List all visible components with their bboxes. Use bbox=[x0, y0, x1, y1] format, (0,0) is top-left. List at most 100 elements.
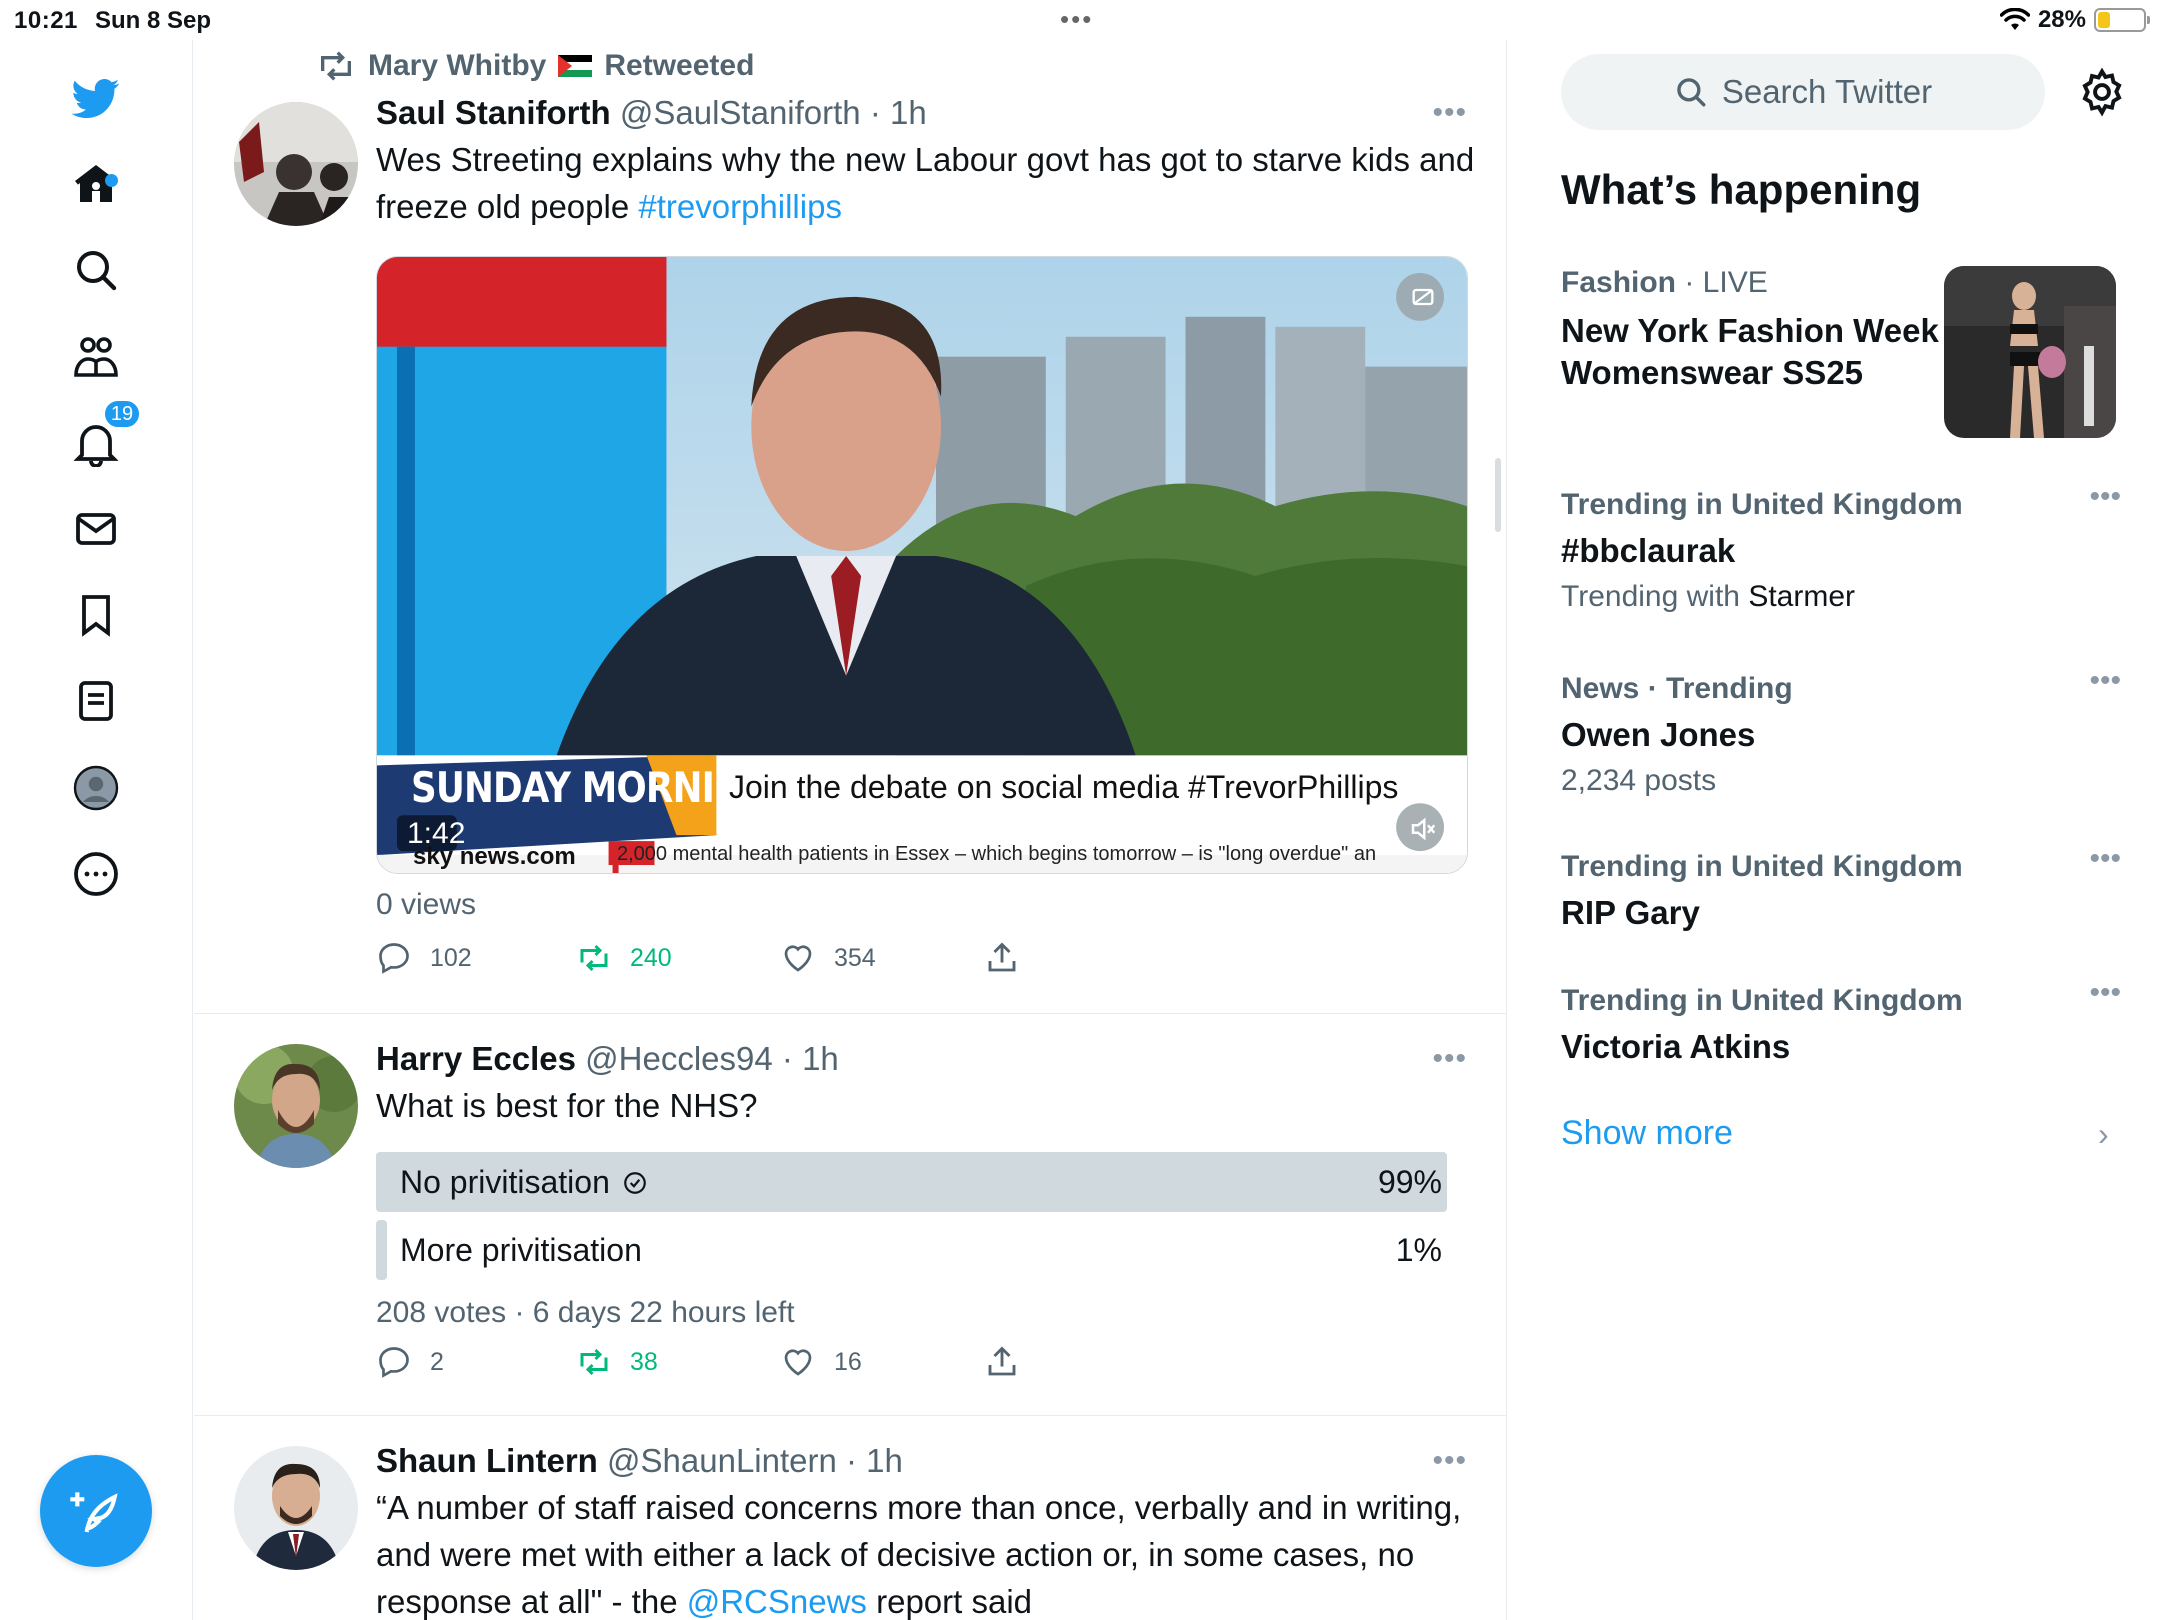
share-icon bbox=[988, 1346, 1016, 1376]
communities-icon[interactable] bbox=[66, 327, 126, 387]
home-icon[interactable] bbox=[66, 154, 126, 214]
share-button[interactable] bbox=[984, 940, 1020, 976]
author-handle[interactable]: @Heccles94 bbox=[585, 1040, 773, 1077]
like-count: 354 bbox=[834, 943, 876, 972]
trend-category: Trending in United Kingdom bbox=[1561, 488, 1963, 521]
mute-icon[interactable] bbox=[1408, 814, 1438, 844]
bookmarks-icon[interactable] bbox=[66, 585, 126, 645]
trend-title: New York Fashion Week Womenswear SS25 bbox=[1561, 312, 1939, 391]
retweet-button[interactable]: 240 bbox=[576, 940, 780, 976]
status-date: Sun 8 Sep bbox=[95, 7, 212, 34]
trend-title: #bbclaurak bbox=[1561, 532, 1736, 569]
sensitive-toggle-icon[interactable] bbox=[1409, 283, 1437, 311]
trend-more-button[interactable]: ••• bbox=[2089, 480, 2121, 514]
tweet-time[interactable]: · 1h bbox=[870, 94, 927, 131]
trend-more-button[interactable]: ••• bbox=[2089, 664, 2121, 698]
tweet[interactable]: Shaun Lintern @ShaunLintern · 1h “A numb… bbox=[194, 1416, 1506, 1620]
retweet-indicator: Mary Whitby Retweeted bbox=[316, 46, 754, 86]
battery-percent: 28% bbox=[2037, 6, 2086, 33]
messages-icon[interactable] bbox=[66, 499, 126, 559]
poll-time-left: · 6 days 22 hours left bbox=[514, 1296, 795, 1329]
avatar[interactable] bbox=[234, 1044, 358, 1168]
trend-item[interactable]: Fashion · LIVE New York Fashion Week Wom… bbox=[1561, 266, 1941, 394]
settings-gear-icon[interactable] bbox=[2076, 66, 2128, 118]
avatar[interactable] bbox=[234, 102, 358, 226]
trend-sub-value[interactable]: Starmer bbox=[1748, 580, 1855, 613]
compose-tweet-button[interactable] bbox=[40, 1455, 152, 1567]
tweet-text: What is best for the NHS? bbox=[376, 1087, 758, 1124]
trend-item[interactable]: Trending in United Kingdom ••• Victoria … bbox=[1561, 976, 2121, 1068]
battery-icon bbox=[2094, 8, 2150, 32]
tweet-time[interactable]: · 1h bbox=[846, 1442, 903, 1479]
tweet-video[interactable]: SUNDAY MORNING Join the debate on social… bbox=[376, 256, 1468, 874]
timeline: Mary Whitby Retweeted Saul Staniforth @S… bbox=[194, 40, 1507, 1620]
twitter-logo-icon[interactable] bbox=[66, 68, 126, 128]
author-name[interactable]: Saul Staniforth bbox=[376, 94, 611, 131]
retweet-button[interactable]: 38 bbox=[576, 1344, 780, 1380]
share-icon bbox=[988, 942, 1016, 972]
tweet-body-end: report said bbox=[866, 1583, 1033, 1620]
retweet-count: 38 bbox=[630, 1347, 658, 1376]
author-handle[interactable]: @ShaunLintern bbox=[607, 1442, 837, 1479]
author-name[interactable]: Harry Eccles bbox=[376, 1040, 576, 1077]
reply-button[interactable]: 2 bbox=[376, 1344, 576, 1380]
poll-option: No privitisation 99% bbox=[376, 1152, 1458, 1212]
column-divider-handle[interactable] bbox=[1495, 458, 1501, 532]
trend-item[interactable]: Trending in United Kingdom ••• #bbclaura… bbox=[1561, 480, 2121, 614]
poll-option-bar bbox=[376, 1220, 387, 1280]
tweet-time[interactable]: · 1h bbox=[782, 1040, 839, 1077]
wifi-icon bbox=[1999, 8, 2030, 30]
chevron-right-icon[interactable]: › bbox=[2098, 1116, 2109, 1153]
like-button[interactable]: 354 bbox=[780, 940, 984, 976]
trend-category: Trending in United Kingdom bbox=[1561, 850, 1963, 883]
author-handle[interactable]: @SaulStaniforth bbox=[620, 94, 861, 131]
mention-link[interactable]: @RCSnews bbox=[687, 1583, 867, 1620]
tweet-text: Wes Streeting explains why the new Labou… bbox=[376, 136, 1476, 230]
trend-image[interactable] bbox=[1944, 266, 2116, 438]
trend-more-button[interactable]: ••• bbox=[2089, 976, 2121, 1010]
trend-sub-prefix: Trending with bbox=[1561, 580, 1749, 613]
video-caption: Join the debate on social media #TrevorP… bbox=[729, 769, 1399, 805]
sky-news-brand: sky news bbox=[413, 843, 520, 870]
reply-button[interactable]: 102 bbox=[376, 940, 576, 976]
hashtag-link[interactable]: #trevorphillips bbox=[638, 188, 842, 225]
tweet-actions: 102 240 354 bbox=[376, 940, 1020, 976]
multitasking-dots-icon[interactable]: ••• bbox=[1060, 4, 1093, 35]
search-icon[interactable] bbox=[66, 240, 126, 300]
tweet-more-button[interactable]: ••• bbox=[1432, 1042, 1467, 1076]
lists-icon[interactable] bbox=[66, 671, 126, 731]
more-icon[interactable] bbox=[66, 844, 126, 904]
poll-option-text: No privitisation bbox=[400, 1164, 610, 1200]
check-circle-icon bbox=[624, 1171, 646, 1194]
retweeted-by-name[interactable]: Mary Whitby bbox=[368, 49, 546, 83]
tweet-header: Harry Eccles @Heccles94 · 1h bbox=[376, 1040, 1476, 1078]
search-icon bbox=[1677, 78, 1706, 107]
like-count: 16 bbox=[834, 1347, 862, 1376]
trend-item[interactable]: News · Trending ••• Owen Jones 2,234 pos… bbox=[1561, 664, 2121, 798]
trend-category: News · Trending bbox=[1561, 672, 1793, 705]
retweet-icon bbox=[321, 51, 351, 81]
trend-more-button[interactable]: ••• bbox=[2089, 842, 2121, 876]
video-ticker: 2,000 mental health patients in Essex – … bbox=[617, 843, 1377, 865]
retweet-icon bbox=[580, 944, 608, 972]
tweet-body: Wes Streeting explains why the new Labou… bbox=[376, 141, 1475, 225]
sky-news-suffix: .com bbox=[519, 843, 576, 870]
avatar[interactable] bbox=[234, 1446, 358, 1570]
author-name[interactable]: Shaun Lintern bbox=[376, 1442, 598, 1479]
trend-category-text: Fashion bbox=[1561, 266, 1677, 299]
tweet[interactable]: Harry Eccles @Heccles94 · 1h What is bes… bbox=[194, 1014, 1506, 1416]
like-button[interactable]: 16 bbox=[780, 1344, 984, 1380]
retweet-icon bbox=[580, 1348, 608, 1376]
tweet[interactable]: Mary Whitby Retweeted Saul Staniforth @S… bbox=[194, 40, 1506, 1014]
tweet-more-button[interactable]: ••• bbox=[1432, 1444, 1467, 1478]
search-box[interactable]: Search Twitter bbox=[1561, 54, 2045, 130]
poll-option-label: More privitisation bbox=[400, 1232, 642, 1269]
share-button[interactable] bbox=[984, 1344, 1020, 1380]
tweet-more-button[interactable]: ••• bbox=[1432, 96, 1467, 130]
poll-option-percent: 1% bbox=[1395, 1232, 1442, 1268]
trend-category: Trending in United Kingdom bbox=[1561, 984, 1963, 1017]
profile-icon[interactable] bbox=[66, 758, 126, 818]
trend-item[interactable]: Trending in United Kingdom ••• RIP Gary bbox=[1561, 842, 2121, 934]
trend-title: Victoria Atkins bbox=[1561, 1028, 1791, 1065]
show-more-link[interactable]: Show more bbox=[1561, 1114, 1733, 1153]
